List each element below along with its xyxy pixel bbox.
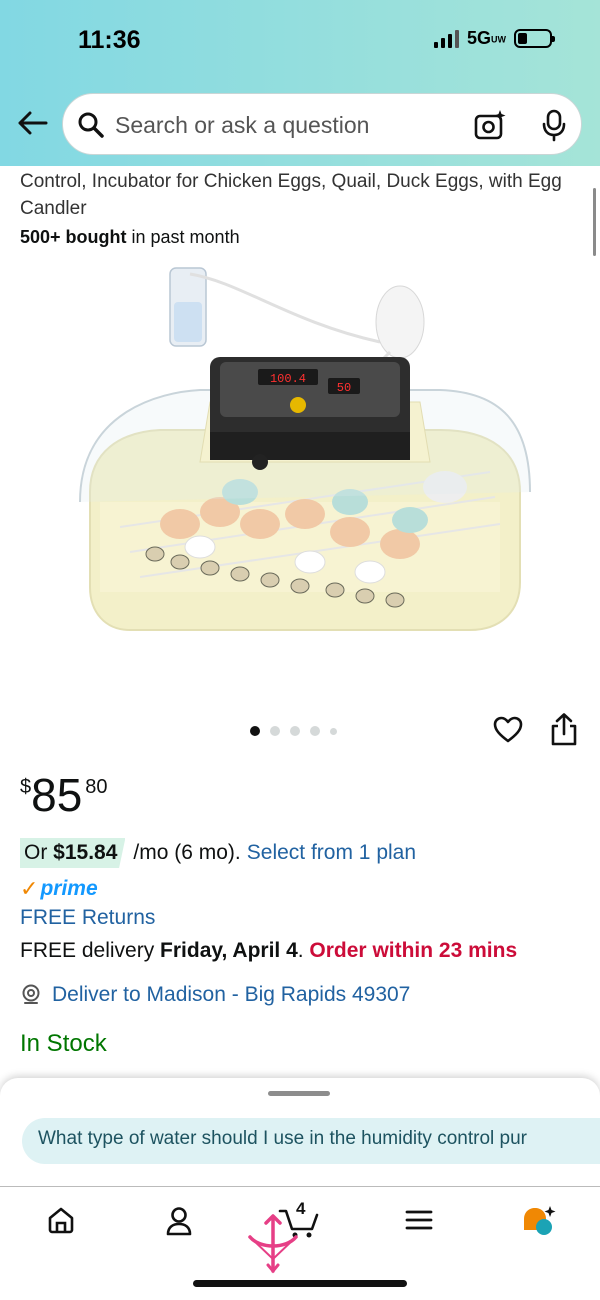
assistant-sheet: What type of water should I use in the h…: [0, 1078, 600, 1186]
share-icon[interactable]: [548, 712, 580, 748]
back-arrow-icon[interactable]: [14, 105, 50, 141]
price-symbol: $: [20, 776, 32, 798]
monthly-payment: Or $15.84 /mo (6 mo). Select from 1 plan: [20, 838, 416, 868]
status-indicators: 5GUW: [433, 28, 555, 49]
deliver-to-link[interactable]: Deliver to Madison - Big Rapids 49307: [20, 983, 410, 1007]
gallery-dot[interactable]: [290, 726, 300, 736]
sheet-drag-handle[interactable]: [268, 1091, 330, 1096]
scrollbar[interactable]: [593, 188, 596, 256]
app-header: 11:36 5GUW: [0, 0, 600, 166]
prime-check-icon: ✓: [20, 876, 39, 901]
search-icon: [78, 112, 104, 138]
signal-icon: [433, 29, 459, 48]
rufus-assistant-icon[interactable]: [522, 1205, 556, 1237]
assistant-suggestion-chip[interactable]: What type of water should I use in the h…: [22, 1118, 600, 1164]
delivery-info: FREE delivery Friday, April 4. Order wit…: [20, 939, 518, 962]
camera-lens-icon[interactable]: [473, 108, 507, 142]
gallery-dot[interactable]: [270, 726, 280, 736]
product-title[interactable]: Control, Incubator for Chicken Eggs, Qua…: [20, 168, 586, 222]
home-indicator[interactable]: [193, 1280, 407, 1287]
gallery-pagination: [250, 726, 337, 736]
price-whole: 85: [31, 769, 83, 821]
gallery-dot[interactable]: [330, 727, 337, 735]
gallery-dot[interactable]: [250, 726, 260, 736]
status-time: 11:36: [78, 26, 141, 54]
price-fraction: 80: [85, 776, 108, 798]
humidity-readout: 50: [337, 381, 351, 395]
cart-count-badge: 4: [296, 1199, 306, 1218]
account-icon[interactable]: [164, 1205, 194, 1237]
network-label: 5GUW: [466, 28, 506, 48]
gallery-dot[interactable]: [310, 726, 320, 736]
monthly-payment-suffix: /mo (6 mo).: [133, 841, 241, 864]
prime-badge[interactable]: ✓ prime: [20, 876, 98, 902]
search-input[interactable]: [115, 108, 455, 142]
deliver-to-label: Deliver to Madison - Big Rapids 49307: [52, 983, 411, 1006]
location-pin-icon: [22, 984, 40, 1004]
monthly-payment-tag: Or $15.84: [20, 838, 126, 868]
free-returns-link[interactable]: FREE Returns: [20, 906, 155, 930]
menu-icon[interactable]: [404, 1205, 434, 1235]
bought-count: 500+ bought in past month: [20, 227, 240, 247]
temperature-readout: 100.4: [270, 372, 306, 386]
battery-icon: [514, 29, 555, 48]
select-plan-link[interactable]: Select from 1 plan: [247, 841, 416, 865]
search-bar[interactable]: [62, 93, 582, 155]
home-icon[interactable]: [46, 1205, 76, 1235]
price: $ 85 80: [20, 770, 108, 820]
product-image-incubator[interactable]: 100.4 50: [60, 262, 540, 707]
microphone-icon[interactable]: [540, 108, 568, 142]
prime-label: prime: [40, 877, 98, 900]
stock-status: In Stock: [20, 1030, 107, 1057]
heart-icon[interactable]: [492, 714, 524, 746]
bow-arrow-icon: [248, 1214, 298, 1274]
